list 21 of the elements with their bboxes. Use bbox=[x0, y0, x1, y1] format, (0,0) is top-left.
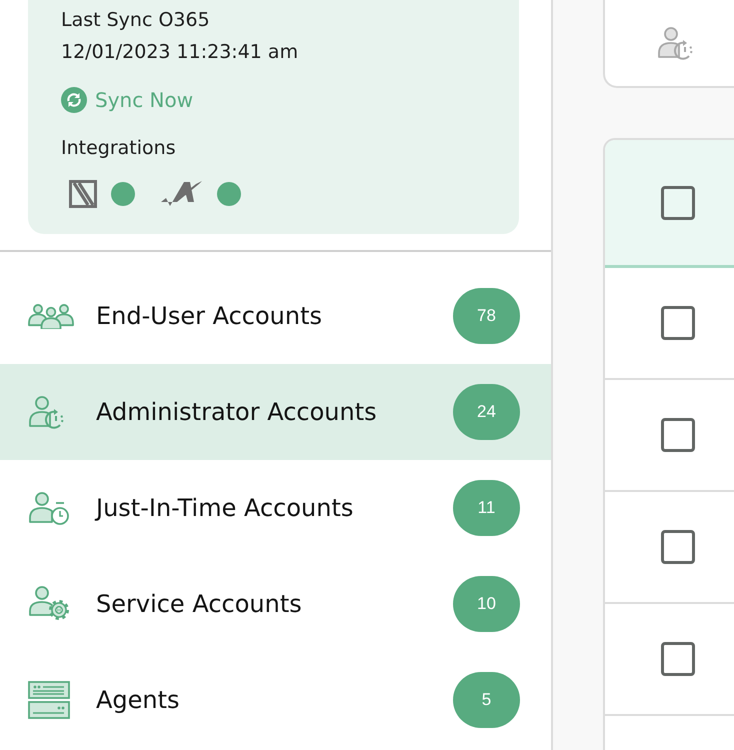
row-checkbox[interactable] bbox=[661, 642, 695, 676]
sync-icon bbox=[61, 87, 87, 113]
last-sync-timestamp: 12/01/2023 11:23:41 am bbox=[61, 40, 300, 65]
checkmark-letter-logo-icon bbox=[161, 180, 203, 208]
striped-square-icon bbox=[69, 180, 97, 208]
count-badge: 11 bbox=[453, 480, 520, 536]
row-checkbox[interactable] bbox=[661, 418, 695, 452]
integrations-label: Integrations bbox=[61, 136, 176, 161]
count-badge: 24 bbox=[453, 384, 520, 440]
people-group-icon bbox=[28, 303, 74, 329]
nav-item[interactable]: Administrator Accounts 24 bbox=[0, 364, 551, 460]
count-badge: 5 bbox=[453, 672, 520, 728]
select-all-checkbox[interactable] bbox=[661, 186, 695, 220]
last-sync-title: Last Sync O365 bbox=[61, 8, 211, 33]
count-badge: 78 bbox=[453, 288, 520, 344]
person-clock-icon bbox=[28, 492, 70, 524]
count-badge: 10 bbox=[453, 576, 520, 632]
server-stack-icon bbox=[28, 681, 70, 719]
row-checkbox[interactable] bbox=[661, 530, 695, 564]
person-gear-icon bbox=[28, 586, 71, 622]
row-checkbox[interactable] bbox=[661, 306, 695, 340]
